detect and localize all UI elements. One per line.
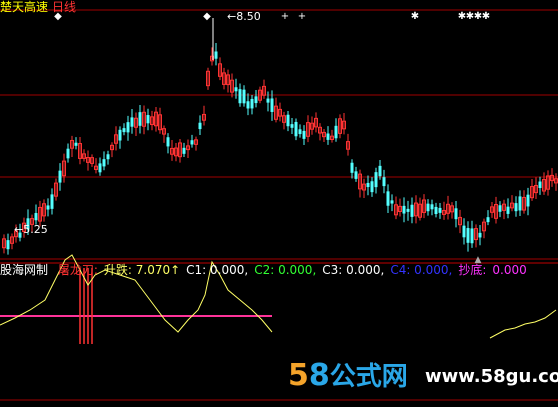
high-price-label: ←8.50 — [227, 10, 261, 24]
candle-body — [238, 89, 242, 104]
candle-body — [538, 181, 542, 189]
candle-body — [6, 240, 10, 250]
candle-body — [354, 171, 358, 179]
candle-body — [370, 181, 374, 193]
candle-body — [102, 159, 106, 167]
candle-body — [266, 98, 270, 103]
candle-body — [382, 177, 386, 187]
candle-body — [506, 206, 510, 214]
low-value: 5.25 — [23, 223, 48, 236]
candle-body — [526, 194, 530, 207]
watermark-digit-8: 8 — [308, 358, 330, 393]
signal-marker-icon: ✱ — [411, 11, 419, 22]
candle-body — [326, 133, 330, 140]
indicator-item: C4: 0.000, — [390, 263, 453, 277]
candle-body — [298, 129, 302, 135]
candle-body — [470, 228, 474, 244]
chart-area[interactable]: ◆ ◆ + + ✱ ✱ ✱ ✱ ✱▲ — [0, 0, 558, 407]
stock-name: 楚天高速 — [0, 0, 49, 14]
watermark-digit-5: 5 — [288, 358, 309, 393]
candle-body — [390, 200, 394, 204]
candle-body — [58, 170, 62, 183]
watermark-logo: 58公式网 — [288, 356, 408, 393]
stock-title: 楚天高速 日线 — [0, 0, 76, 14]
candle-body — [130, 117, 134, 127]
candle-body — [98, 163, 102, 173]
indicator-row: 股海网制 屠龙刀: 升跌: 7.070↑ C1: 0.000, C2: 0.000, C… — [0, 263, 527, 277]
candle-body — [518, 196, 522, 211]
signal-marker-icon: ✱ — [482, 11, 490, 22]
candle-body — [34, 213, 38, 221]
indicator-item: C3: 0.000, — [322, 263, 385, 277]
indicator-item: 升跌: 7.070↑ — [103, 263, 181, 277]
candle-body — [286, 114, 290, 127]
candle-body — [182, 147, 186, 154]
oscillator-line-right — [489, 309, 557, 339]
candle-body — [254, 96, 258, 104]
candle-body — [438, 207, 442, 213]
candle-body — [146, 115, 150, 124]
candle-body — [138, 112, 142, 126]
high-value: 8.50 — [236, 10, 261, 23]
candle-body — [334, 125, 338, 139]
candle-body — [46, 205, 50, 210]
candle-body — [166, 137, 170, 147]
candle-body — [514, 203, 518, 212]
indicator-item: C1: 0.000, — [186, 263, 249, 277]
candle-body — [106, 154, 110, 160]
watermark-cn: 公式网 — [329, 362, 408, 392]
candle-body — [386, 191, 390, 206]
candle-body — [190, 140, 194, 145]
candle-body — [374, 172, 378, 188]
indicator-item: 抄底: — [458, 263, 487, 277]
candle-body — [234, 87, 238, 92]
candle-body — [378, 165, 382, 177]
low-price-label: ←5.25 — [14, 223, 48, 237]
candle-body — [466, 228, 470, 243]
candle-body — [118, 129, 122, 141]
indicator-items: 屠龙刀: 升跌: 7.070↑ C1: 0.000, C2: 0.000, C3: 0.… — [52, 263, 527, 277]
indicator-item: C2: 0.000, — [254, 263, 317, 277]
candle-body — [350, 162, 354, 173]
indicator-item: 屠龙刀: — [57, 263, 98, 277]
candle-body — [462, 225, 466, 238]
candle-body — [290, 124, 294, 128]
candle-body — [454, 208, 458, 220]
candle-body — [498, 205, 502, 212]
candle-body — [66, 148, 70, 159]
candle-body — [402, 205, 406, 214]
candle-body — [250, 98, 254, 109]
candle-body — [478, 232, 482, 238]
low-arrow-icon: ← — [14, 223, 24, 236]
candle-body — [406, 208, 410, 212]
candle-body — [486, 217, 490, 223]
indicator-name[interactable]: 股海网制 — [0, 263, 48, 277]
signal-marker-icon: ◆ — [203, 11, 211, 22]
candle-body — [294, 121, 298, 137]
candle-body — [270, 98, 274, 112]
signal-marker-icon: + — [298, 11, 306, 22]
candle-body — [214, 51, 218, 59]
candle-body — [242, 89, 246, 104]
watermark-url: www.58gu.com — [425, 366, 558, 387]
candle-body — [246, 101, 250, 109]
candle-body — [434, 206, 438, 214]
candle-body — [122, 128, 126, 133]
candle-body — [426, 203, 430, 212]
period-label: 日线 — [52, 0, 77, 14]
candle-body — [74, 142, 78, 146]
candle-body — [410, 204, 414, 217]
indicator-item: 0.000 — [492, 263, 527, 277]
candle-body — [50, 194, 54, 209]
candle-body — [366, 182, 370, 188]
candle-body — [198, 122, 202, 130]
signal-marker-icon: + — [281, 11, 289, 22]
candle-body — [126, 122, 130, 133]
candle-body — [430, 204, 434, 210]
high-arrow-icon: ← — [227, 10, 237, 23]
candle-body — [302, 130, 306, 139]
